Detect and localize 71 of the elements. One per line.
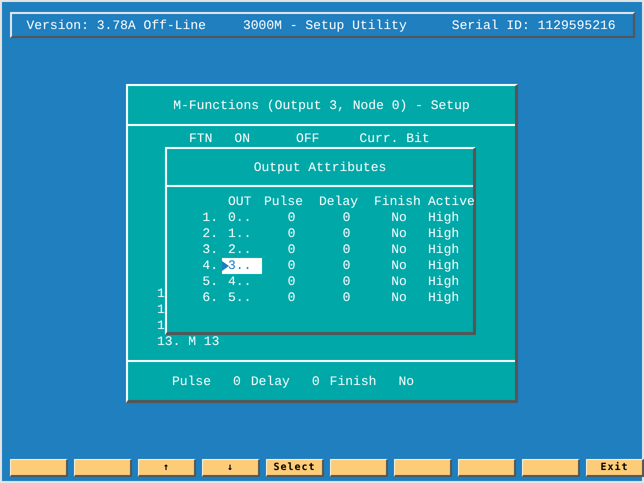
column-header: OUT [227,194,252,210]
function-row: 13. M 13 [157,334,220,350]
dialog-title: M-Functions (Output 3, Node 0) - Setup [173,98,470,112]
table-cell-text: High [427,274,460,290]
table-cell-text: No [390,258,408,274]
function-key[interactable]: Select [266,459,324,477]
table-cell-text: 0 [286,258,296,274]
table-cell-text: 0 [286,274,296,290]
field-value: 0 [312,374,320,388]
output-cell[interactable]: 4.. [222,274,264,290]
output-cell[interactable]: 0.. [222,210,264,226]
function-row: 1 [157,318,165,334]
column-header: ON [234,130,250,146]
function-key[interactable] [394,459,452,477]
function-row: 1 [157,302,165,318]
function-key[interactable] [522,459,580,477]
function-key[interactable] [330,459,388,477]
column-header: Finish [374,194,422,210]
output-cell[interactable]: 2.. [222,242,264,258]
output-cell[interactable]: 5.. [222,290,264,306]
row-number: 6. [201,290,219,306]
output-cell[interactable]: 1.. [222,226,264,242]
row-number: 4. [201,258,219,274]
table-cell-text: No [390,290,408,306]
function-key[interactable] [458,459,516,477]
table-cell-text: 0 [286,242,296,258]
column-header: FTN [189,130,212,146]
table-cell-text: 0 [286,226,296,242]
function-key[interactable]: ↓ [202,459,260,477]
function-key[interactable]: Exit [586,459,644,477]
table-cell-text: 0 [342,210,352,226]
column-header: Pulse [264,194,304,210]
table-cell-text: High [427,210,460,226]
column-header: Active [427,194,476,210]
row-number: 1. [201,210,219,226]
table-cell-text: 0 [286,290,296,306]
cursor-icon [222,261,229,271]
function-row: 1 [157,286,165,302]
field-label: Pulse [172,374,212,388]
field-label: Finish [330,374,376,388]
table-cell-text: 0 [286,210,296,226]
table-cell-text: No [390,242,408,258]
table-cell-text: 0 [342,242,352,258]
function-key[interactable] [10,459,68,477]
function-key[interactable]: ↑ [138,459,196,477]
column-header: Delay [319,194,360,210]
version-label: Version: 3.78A Off-Line [26,18,206,32]
column-header: Curr. Bit [359,130,430,146]
serial-id: Serial ID: 1129595216 [452,18,616,32]
field-label: Delay [250,374,290,388]
row-number: 2. [201,226,219,242]
field-value: No [398,374,414,388]
dialog-title: Output Attributes [254,160,386,174]
table-cell-text: High [427,290,460,306]
row-number: 5. [201,274,219,290]
table-cell-text: 0 [342,274,352,290]
row-number: 3. [201,242,219,258]
table-cell-text: High [427,258,460,274]
table-cell-text: 0 [342,226,352,242]
field-value: 0 [233,374,241,388]
table-cell-text: No [390,226,408,242]
function-key[interactable] [74,459,132,477]
app-title: 3000M - Setup Utility [242,18,407,32]
table-cell-text: 0 [342,258,352,274]
table-cell-text: High [427,242,460,258]
table-cell-text: No [390,210,408,226]
output-cell[interactable]: 3.. [222,258,262,274]
column-header: OFF [296,130,320,146]
table-cell-text: 0 [342,290,352,306]
table-cell-text: High [427,226,460,242]
table-cell-text: No [390,274,408,290]
